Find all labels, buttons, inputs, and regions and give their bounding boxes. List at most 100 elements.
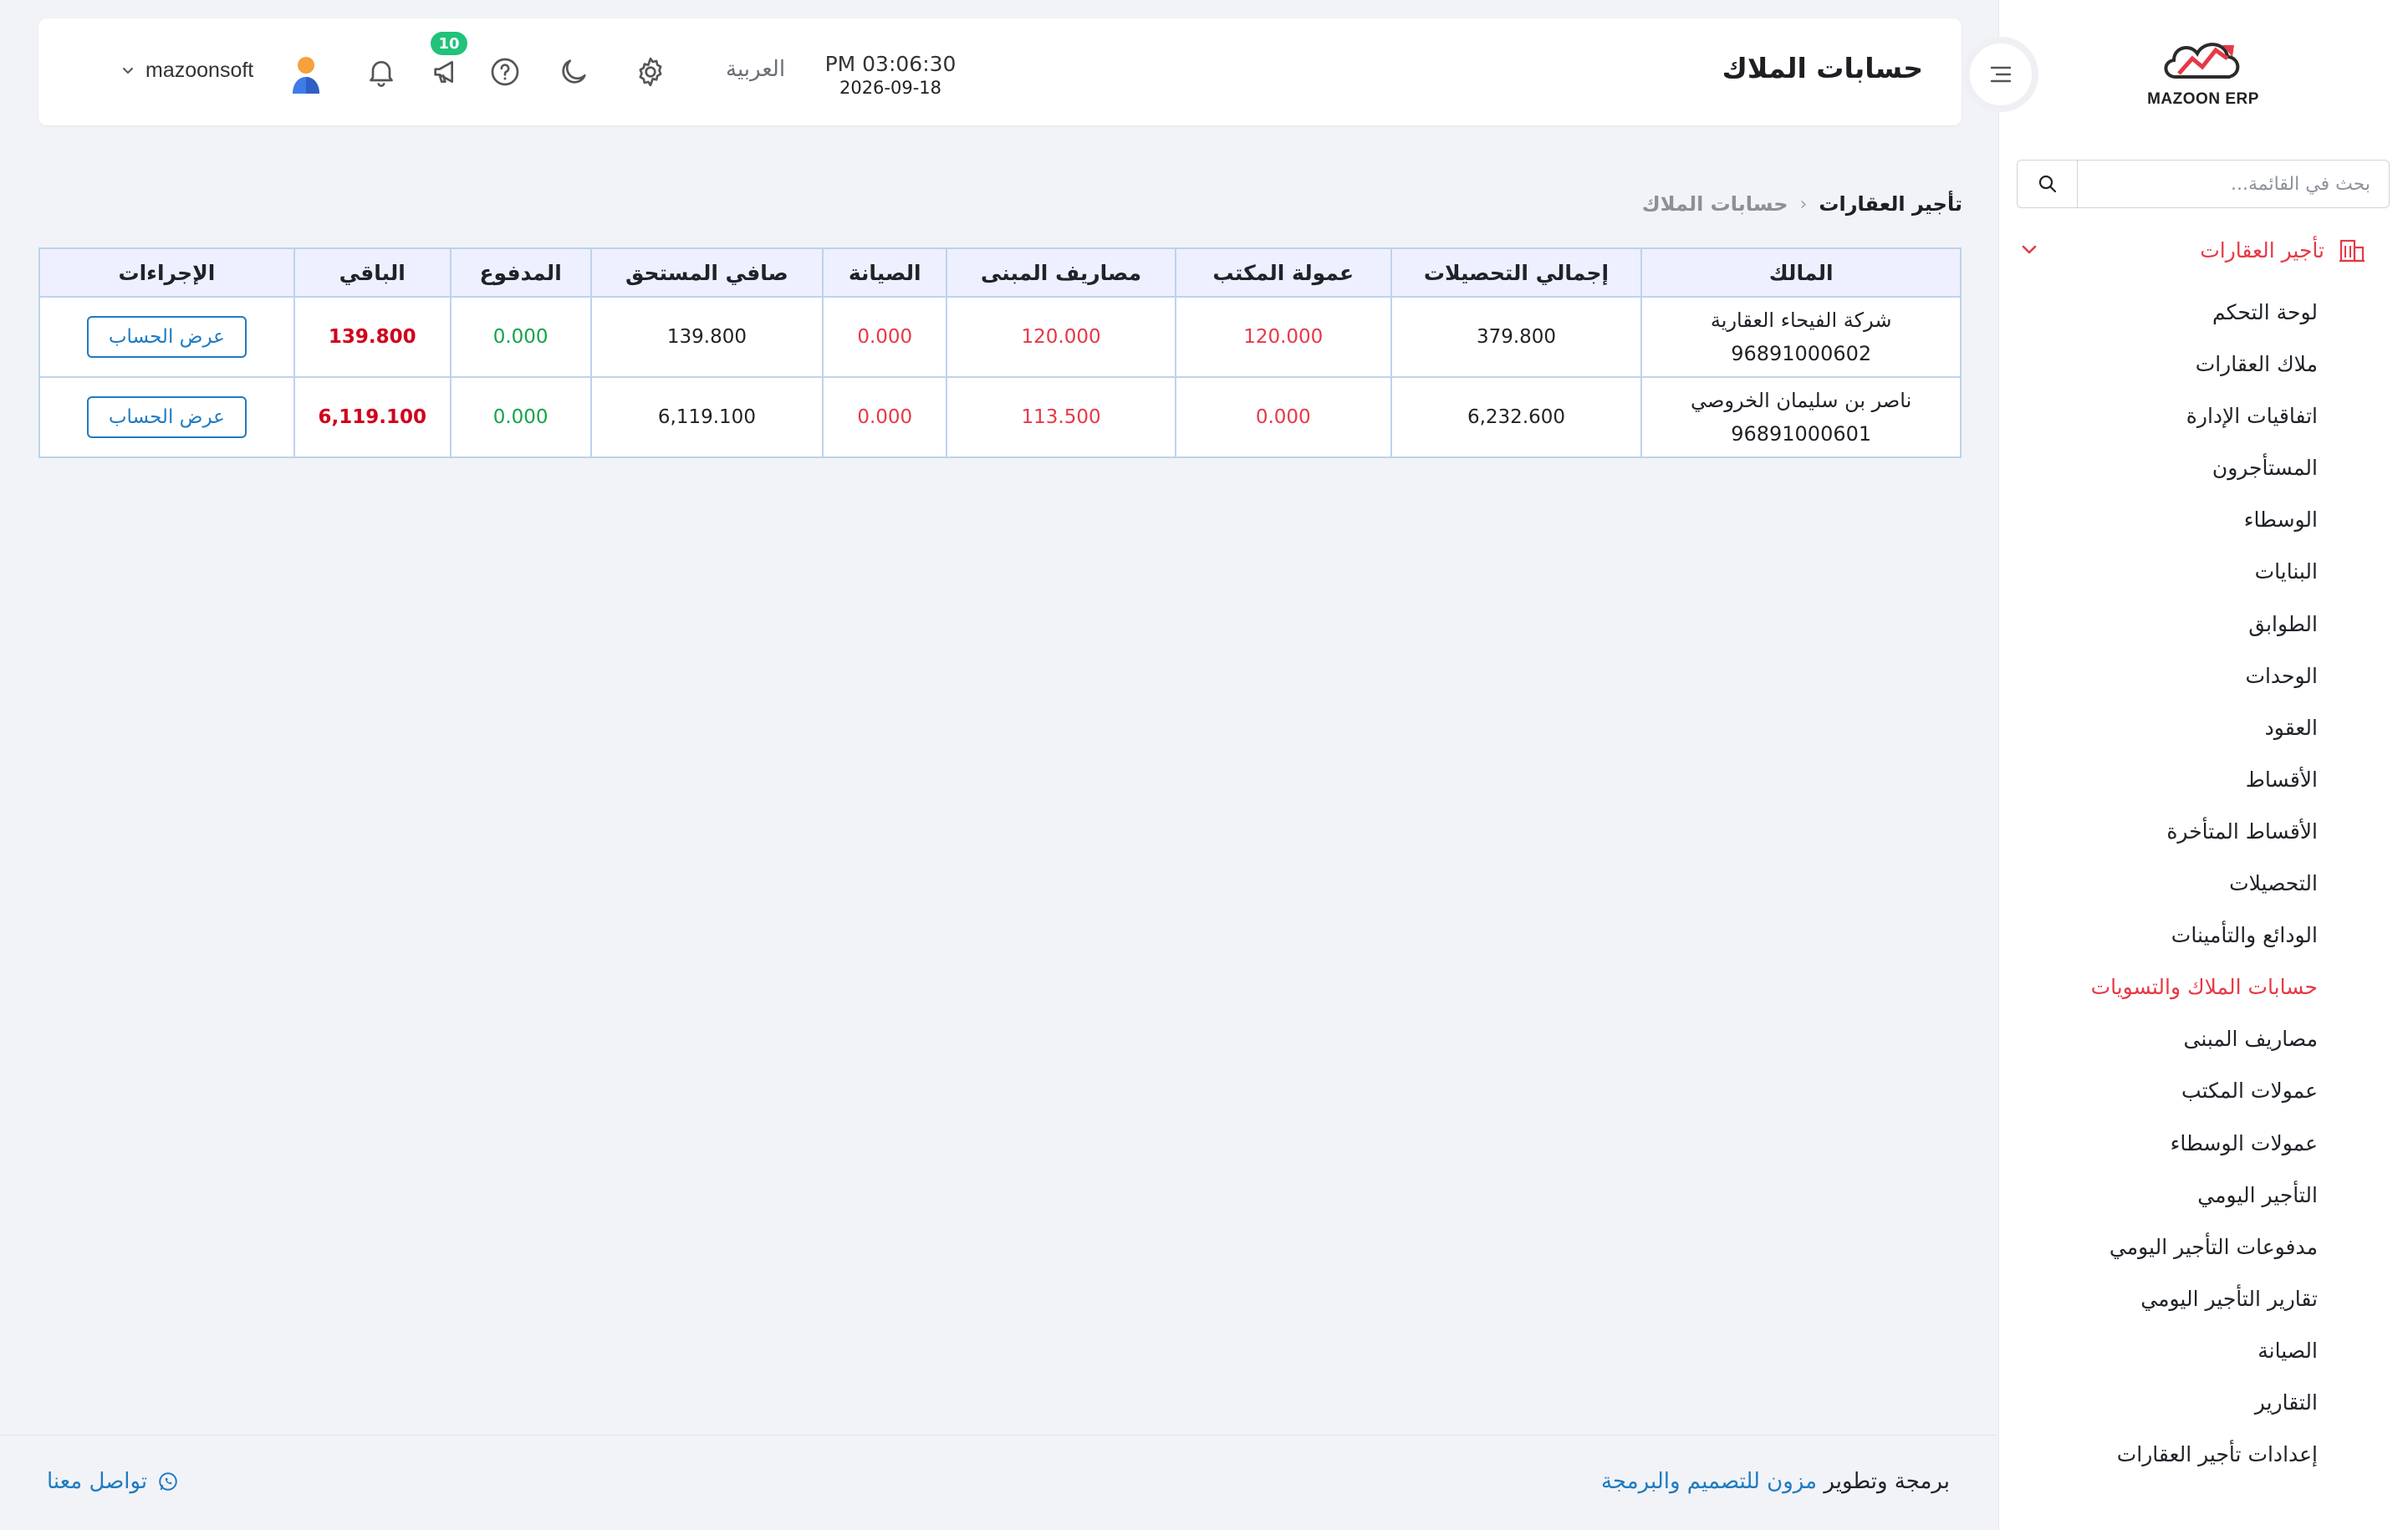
sidebar-item-office-commissions[interactable]: عمولات المكتب: [2091, 1074, 2318, 1126]
announcements-button[interactable]: [428, 54, 465, 90]
footer-credit-link[interactable]: مزون للتصميم والبرمجة: [1601, 1469, 1817, 1494]
paid-cell: 0.000: [449, 376, 592, 458]
view-account-button[interactable]: عرض الحساب: [86, 316, 247, 358]
language-switch[interactable]: العربية: [726, 57, 785, 82]
column-header-building-expenses[interactable]: مصاريف المبنى: [946, 247, 1176, 298]
sidebar-item-units[interactable]: الوحدات: [2091, 660, 2318, 711]
column-header-remaining[interactable]: الباقي: [293, 247, 452, 298]
notifications-button[interactable]: [363, 54, 400, 90]
clock: PM 03:06:30 2026-09-18: [794, 52, 987, 98]
building-expenses-cell: 113.500: [946, 376, 1176, 458]
sidebar-item-maintenance[interactable]: الصيانة: [2091, 1334, 2318, 1386]
sidebar-item-daily-rental[interactable]: التأجير اليومي: [2091, 1179, 2318, 1231]
sidebar-item-installments[interactable]: الأقساط: [2091, 763, 2318, 815]
whatsapp-icon: [159, 1472, 177, 1491]
sidebar-item-floors[interactable]: الطوابق: [2091, 608, 2318, 660]
column-header-paid[interactable]: المدفوع: [449, 247, 592, 298]
footer-credit-prefix: برمجة وتطوير: [1824, 1469, 1950, 1494]
owner-accounts-table-wrapper: المالك إجمالي التحصيلات عمولة المكتب مصا…: [38, 247, 1962, 458]
logo-icon: [2164, 43, 2240, 79]
menu-icon: [1990, 66, 2012, 83]
top-header: حسابات الملاك PM 03:06:30 2026-09-18 الع…: [38, 18, 1962, 125]
sidebar-item-overdue-installments[interactable]: الأقساط المتأخرة: [2091, 815, 2318, 867]
paid-cell: 0.000: [449, 296, 592, 378]
maintenance-cell: 0.000: [822, 376, 948, 458]
sidebar-item-contracts[interactable]: العقود: [2091, 711, 2318, 763]
bell-icon: [370, 61, 393, 87]
sidebar-item-deposits[interactable]: الودائع والتأمينات: [2091, 919, 2318, 971]
actions-cell: عرض الحساب: [38, 376, 295, 458]
net-due-cell: 139.800: [589, 296, 824, 378]
menu-group-label: تأجير العقارات: [2200, 237, 2324, 263]
sidebar-item-broker-commissions[interactable]: عمولات الوسطاء: [2091, 1127, 2318, 1179]
column-header-owner[interactable]: المالك: [1640, 247, 1962, 298]
view-account-button[interactable]: عرض الحساب: [86, 396, 247, 438]
sidebar-toggle-button[interactable]: [1963, 37, 2038, 112]
sidebar-item-dashboard[interactable]: لوحة التحكم: [2091, 296, 2318, 348]
avatar[interactable]: [283, 50, 329, 97]
table-row: شركة الفيحاء العقارية 96891000602 379.80…: [38, 296, 1962, 378]
table-header-row: المالك إجمالي التحصيلات عمولة المكتب مصا…: [38, 247, 1962, 298]
gear-icon: [639, 57, 662, 87]
sidebar-item-rental-settings[interactable]: إعدادات تأجير العقارات: [2091, 1438, 2318, 1490]
sidebar-item-property-owners[interactable]: ملاك العقارات: [2091, 348, 2318, 400]
sidebar-search-input[interactable]: [2078, 161, 2389, 207]
search-icon: [2038, 175, 2056, 193]
dark-mode-toggle[interactable]: [555, 54, 592, 90]
sidebar-item-daily-rental-payments[interactable]: مدفوعات التأجير اليومي: [2091, 1231, 2318, 1283]
clock-date: 2026-09-18: [839, 78, 942, 98]
owner-cell: شركة الفيحاء العقارية 96891000602: [1640, 296, 1962, 378]
column-header-total-collections[interactable]: إجمالي التحصيلات: [1390, 247, 1643, 298]
contact-us-label: تواصل معنا: [47, 1469, 148, 1494]
help-button[interactable]: [487, 54, 523, 90]
office-commission-cell: 0.000: [1174, 376, 1392, 458]
megaphone-icon: [434, 61, 453, 83]
breadcrumb-current: حسابات الملاك: [1641, 192, 1788, 216]
chevron-down-icon[interactable]: [119, 62, 137, 80]
notification-count-badge: 10: [431, 32, 467, 55]
building-icon: [2339, 239, 2365, 263]
logo-text: MAZOON ERP: [2147, 90, 2259, 108]
sidebar-item-collections[interactable]: التحصيلات: [2091, 867, 2318, 919]
settings-button[interactable]: [632, 54, 669, 90]
sidebar-item-buildings[interactable]: البنايات: [2091, 555, 2318, 607]
total-collections-cell: 379.800: [1390, 296, 1643, 378]
remaining-cell: 139.800: [293, 296, 452, 378]
maintenance-cell: 0.000: [822, 296, 948, 378]
column-header-maintenance[interactable]: الصيانة: [822, 247, 948, 298]
owner-name: ناصر بن سليمان الخروصي: [1691, 389, 1912, 412]
chevron-down-icon: [2022, 245, 2037, 254]
table-row: ناصر بن سليمان الخروصي 96891000601 6,232…: [38, 376, 1962, 458]
owner-phone: 96891000602: [1731, 342, 1872, 365]
logo[interactable]: MAZOON ERP: [2140, 33, 2266, 117]
office-commission-cell: 120.000: [1174, 296, 1392, 378]
sidebar-item-building-expenses[interactable]: مصاريف المبنى: [2091, 1023, 2319, 1074]
sidebar: MAZOON ERP تأجير العقارات لوحة التحكم مل…: [1998, 0, 2408, 1530]
column-header-net-due[interactable]: صافي المستحق: [589, 247, 824, 298]
contact-us-link[interactable]: تواصل معنا: [47, 1469, 179, 1494]
sidebar-item-brokers[interactable]: الوسطاء: [2091, 503, 2318, 555]
help-icon: [491, 58, 519, 86]
search-button[interactable]: [2018, 161, 2078, 207]
sidebar-item-reports[interactable]: التقارير: [2091, 1386, 2318, 1438]
breadcrumb: تأجير العقارات ‹ حسابات الملاك: [1642, 192, 1962, 216]
owner-name: شركة الفيحاء العقارية: [1710, 309, 1892, 332]
menu-group-rentals[interactable]: تأجير العقارات: [2017, 231, 2366, 269]
clock-time: PM 03:06:30: [824, 52, 957, 76]
sidebar-item-daily-rental-reports[interactable]: تقارير التأجير اليومي: [2091, 1283, 2318, 1334]
total-collections-cell: 6,232.600: [1390, 376, 1643, 458]
actions-cell: عرض الحساب: [38, 296, 295, 378]
sidebar-item-owner-accounts[interactable]: حسابات الملاك والتسويات: [2091, 971, 2318, 1023]
remaining-cell: 6,119.100: [293, 376, 452, 458]
sidebar-item-tenants[interactable]: المستأجرون: [2091, 451, 2318, 503]
footer-credit: برمجة وتطوير مزون للتصميم والبرمجة: [1601, 1469, 1950, 1494]
column-header-actions: الإجراءات: [38, 247, 295, 298]
username[interactable]: mazoonsoft: [145, 59, 253, 83]
owner-phone: 96891000601: [1731, 422, 1872, 446]
owner-cell: ناصر بن سليمان الخروصي 96891000601: [1640, 376, 1962, 458]
breadcrumb-root[interactable]: تأجير العقارات: [1819, 192, 1962, 216]
column-header-office-commission[interactable]: عمولة المكتب: [1174, 247, 1392, 298]
sidebar-item-management-agreements[interactable]: اتفاقيات الإدارة: [2091, 400, 2318, 451]
page-title: حسابات الملاك: [1722, 52, 1923, 84]
net-due-cell: 6,119.100: [589, 376, 824, 458]
